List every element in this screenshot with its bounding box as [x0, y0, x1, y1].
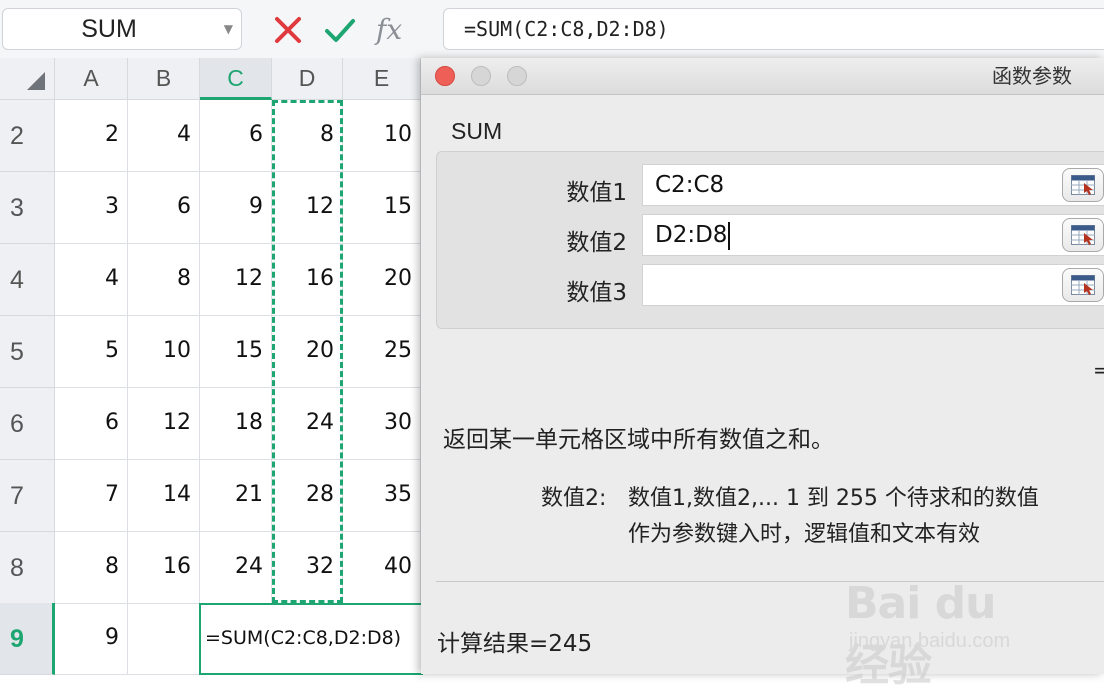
arg-description-line2: 作为参数键入时，逻辑值和文本有效 [628, 522, 981, 547]
cell-c7[interactable]: 21 [200, 460, 272, 532]
baidu-jingyan-watermark: Bai du 经验 jingyan.baidu.com [845, 560, 1045, 691]
text-caret [728, 221, 731, 250]
arg2-value: D2:D8 [655, 215, 731, 255]
select-all-corner[interactable] [0, 58, 55, 100]
cell-b9[interactable] [128, 603, 200, 675]
row-header-6[interactable]: 6 [0, 388, 55, 460]
cell-b8[interactable]: 16 [128, 532, 200, 604]
range-selection-d2-d8 [272, 100, 343, 603]
cell-c8[interactable]: 24 [200, 532, 272, 604]
cell-a2[interactable]: 2 [55, 100, 128, 172]
arg2-range-picker-button[interactable] [1062, 218, 1104, 252]
cell-a9[interactable]: 9 [55, 603, 128, 675]
cell-a3[interactable]: 3 [55, 172, 128, 244]
cell-e3[interactable]: 15 [343, 172, 421, 244]
cell-c3[interactable]: 9 [200, 172, 272, 244]
arg2-label: 数值2 [566, 230, 627, 256]
arg2-input[interactable]: D2:D8 [642, 214, 1104, 256]
cell-b2[interactable]: 4 [128, 100, 200, 172]
arg-description-line1: 数值1,数值2,... 1 到 255 个待求和的数值 [628, 486, 1039, 511]
select-all-icon [27, 72, 45, 90]
window-minimize-button[interactable] [471, 66, 491, 86]
row-header-2[interactable]: 2 [0, 100, 55, 172]
cell-b6[interactable]: 12 [128, 388, 200, 460]
col-header-d[interactable]: D [272, 58, 343, 100]
arg3-range-picker-button[interactable] [1062, 268, 1104, 302]
arg3-label: 数值3 [566, 280, 627, 306]
row-header-4[interactable]: 4 [0, 244, 55, 316]
row-header-7[interactable]: 7 [0, 460, 55, 532]
dialog-title: 函数参数 [992, 64, 1072, 88]
row-header-8[interactable]: 8 [0, 532, 55, 604]
col-header-b[interactable]: B [128, 58, 200, 100]
function-description: 返回某一单元格区域中所有数值之和。 [443, 427, 834, 453]
cell-b5[interactable]: 10 [128, 316, 200, 388]
name-box-value: SUM [81, 15, 137, 43]
cell-e5[interactable]: 25 [343, 316, 421, 388]
close-icon[interactable] [270, 12, 306, 48]
range-picker-icon [1071, 175, 1095, 195]
cell-c9-formula[interactable]: =SUM(C2:C8,D2:D8) [199, 603, 423, 675]
chevron-down-icon[interactable]: ▼ [224, 22, 233, 36]
cell-c4[interactable]: 12 [200, 244, 272, 316]
arg1-value: C2:C8 [655, 172, 725, 198]
cell-a7[interactable]: 7 [55, 460, 128, 532]
row-header-5[interactable]: 5 [0, 316, 55, 388]
cell-b4[interactable]: 8 [128, 244, 200, 316]
cell-a6[interactable]: 6 [55, 388, 128, 460]
arg1-label: 数值1 [566, 180, 627, 206]
cell-e8[interactable]: 40 [343, 532, 421, 604]
row-header-9[interactable]: 9 [0, 603, 55, 675]
cell-a4[interactable]: 4 [55, 244, 128, 316]
dialog-titlebar[interactable]: 函数参数 [421, 58, 1104, 95]
formula-bar: SUM ▼ fx =SUM(C2:C8,D2:D8) [0, 0, 1104, 58]
cell-b7[interactable]: 14 [128, 460, 200, 532]
cell-e7[interactable]: 35 [343, 460, 421, 532]
arg1-range-picker-button[interactable] [1062, 168, 1104, 202]
calculation-result: 计算结果=245 [437, 631, 593, 657]
arguments-panel: 数值1 C2:C8 数值2 D2:D8 数值3 [436, 151, 1104, 329]
formula-input[interactable]: =SUM(C2:C8,D2:D8) [443, 8, 1104, 50]
cell-a8[interactable]: 8 [55, 532, 128, 604]
arg-description-label: 数值2: [541, 486, 607, 511]
name-box[interactable]: SUM ▼ [2, 8, 242, 50]
col-header-e[interactable]: E [343, 58, 421, 100]
fx-icon[interactable]: fx [376, 12, 402, 48]
function-name: SUM [451, 118, 503, 144]
cell-c6[interactable]: 18 [200, 388, 272, 460]
check-icon[interactable] [322, 12, 358, 48]
cell-c5[interactable]: 15 [200, 316, 272, 388]
window-zoom-button[interactable] [507, 66, 527, 86]
watermark-url: jingyan.baidu.com [849, 630, 1011, 652]
formula-text: =SUM(C2:C8,D2:D8) [464, 17, 669, 41]
arg3-input[interactable] [642, 264, 1104, 306]
range-picker-icon [1071, 275, 1095, 295]
col-header-a[interactable]: A [55, 58, 128, 100]
col-header-c[interactable]: C [200, 58, 272, 100]
cell-a5[interactable]: 5 [55, 316, 128, 388]
cell-e6[interactable]: 30 [343, 388, 421, 460]
cell-c2[interactable]: 6 [200, 100, 272, 172]
cell-e2[interactable]: 10 [343, 100, 421, 172]
row-header-3[interactable]: 3 [0, 172, 55, 244]
cell-e4[interactable]: 20 [343, 244, 421, 316]
arg1-input[interactable]: C2:C8 [642, 164, 1104, 206]
cell-b3[interactable]: 6 [128, 172, 200, 244]
range-picker-icon [1071, 225, 1095, 245]
window-close-button[interactable] [435, 66, 455, 86]
preview-equals: = [1093, 358, 1104, 382]
